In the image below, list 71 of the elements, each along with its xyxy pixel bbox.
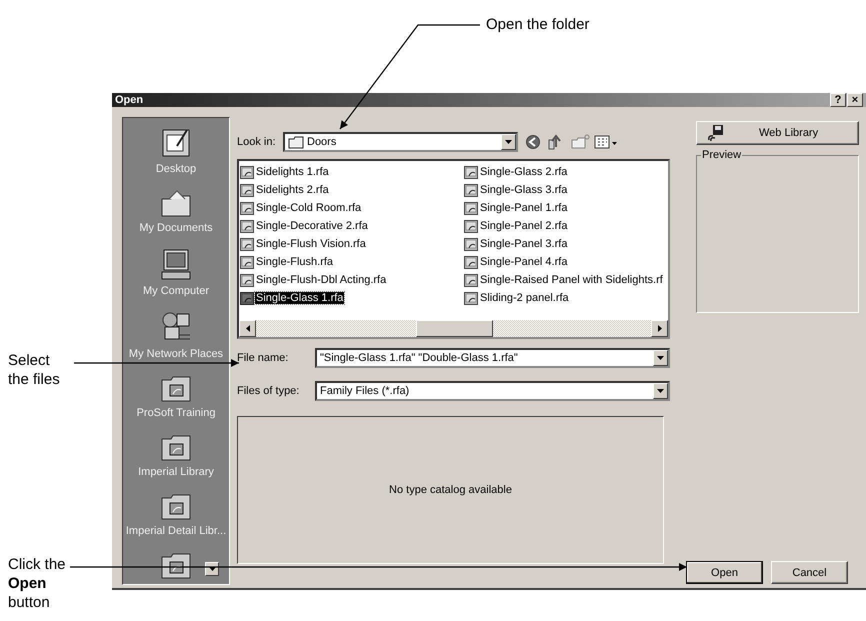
file-item[interactable]: Single-Cold Room.rfa: [239, 199, 463, 217]
callout-text: Select the files: [8, 351, 61, 389]
file-item[interactable]: Single-Panel 1.rfa: [463, 199, 668, 217]
callout-text: Open the folder: [486, 15, 590, 34]
horizontal-scrollbar[interactable]: [239, 320, 668, 337]
file-icon: [240, 166, 254, 178]
cancel-button[interactable]: Cancel: [771, 561, 848, 584]
file-icon: [464, 292, 478, 304]
close-button[interactable]: ×: [847, 93, 863, 107]
scroll-right-icon[interactable]: [658, 325, 662, 332]
caret-icon: [657, 356, 664, 360]
file-item[interactable]: Sidelights 1.rfa: [239, 163, 463, 181]
views-icon[interactable]: [594, 134, 618, 150]
folder-icon: [158, 189, 193, 219]
dropdown-button[interactable]: [501, 134, 516, 150]
file-item[interactable]: Single-Panel 2.rfa: [463, 217, 668, 235]
caret-icon: [657, 389, 664, 393]
file-icon: [464, 238, 478, 250]
file-item[interactable]: Single-Flush-Dbl Acting.rfa: [239, 271, 463, 289]
file-icon: [240, 274, 254, 286]
caret-icon: [505, 140, 512, 144]
disk-icon: [707, 124, 725, 142]
folder-icon: [158, 492, 193, 522]
file-icon: [464, 202, 478, 214]
file-icon: [240, 256, 254, 268]
file-item[interactable]: Single-Raised Panel with Sidelights.rf: [463, 271, 668, 289]
file-item[interactable]: Single-Glass 1.rfa: [239, 289, 463, 307]
back-icon[interactable]: [524, 134, 542, 150]
dropdown-button[interactable]: [653, 383, 668, 399]
catalog-message: No type catalog available: [389, 484, 512, 496]
file-item[interactable]: Single-Panel 4.rfa: [463, 253, 668, 271]
file-item[interactable]: Single-Flush.rfa: [239, 253, 463, 271]
file-type-dropdown[interactable]: Family Files (*.rfa): [315, 381, 670, 401]
file-item[interactable]: Single-Glass 3.rfa: [463, 181, 668, 199]
file-name-label: File name:: [237, 352, 290, 364]
file-icon: [240, 238, 254, 250]
scroll-down-button[interactable]: [205, 562, 219, 576]
file-item[interactable]: Sidelights 2.rfa: [239, 181, 463, 199]
file-name-field[interactable]: "Single-Glass 1.rfa" "Double-Glass 1.rfa": [315, 348, 670, 368]
file-item[interactable]: Single-Decorative 2.rfa: [239, 217, 463, 235]
caret-icon: [208, 567, 216, 571]
preview-label: Preview: [701, 149, 742, 161]
file-icon: [464, 166, 478, 178]
window-title: Open: [115, 94, 144, 106]
file-icon: [464, 256, 478, 268]
folder-icon: [288, 136, 304, 148]
look-in-label: Look in:: [237, 136, 277, 148]
help-button[interactable]: ?: [830, 93, 846, 107]
dropdown-button[interactable]: [653, 350, 668, 366]
web-library-button[interactable]: Web Library: [696, 121, 859, 145]
file-icon: [240, 202, 254, 214]
file-item[interactable]: Sliding-2 panel.rfa: [463, 289, 668, 307]
look-in-dropdown[interactable]: Doors: [283, 132, 518, 152]
file-icon: [464, 274, 478, 286]
file-icon: [240, 292, 254, 304]
file-icon: [240, 220, 254, 232]
file-type-label: Files of type:: [237, 385, 300, 397]
computer-icon: [159, 248, 193, 282]
folder-icon: [159, 551, 193, 581]
file-item[interactable]: Single-Glass 2.rfa: [463, 163, 668, 181]
scroll-left-icon[interactable]: [246, 325, 250, 332]
file-item[interactable]: Single-Panel 3.rfa: [463, 235, 668, 253]
file-icon: [240, 184, 254, 196]
file-icon: [464, 220, 478, 232]
open-button[interactable]: Open: [686, 561, 763, 584]
folder-icon: [159, 374, 193, 404]
file-item[interactable]: Single-Flush Vision.rfa: [239, 235, 463, 253]
file-icon: [464, 184, 478, 196]
new-folder-icon[interactable]: [570, 134, 590, 150]
callout-text: Click the Open button: [8, 555, 67, 612]
folder-icon: [159, 433, 193, 463]
